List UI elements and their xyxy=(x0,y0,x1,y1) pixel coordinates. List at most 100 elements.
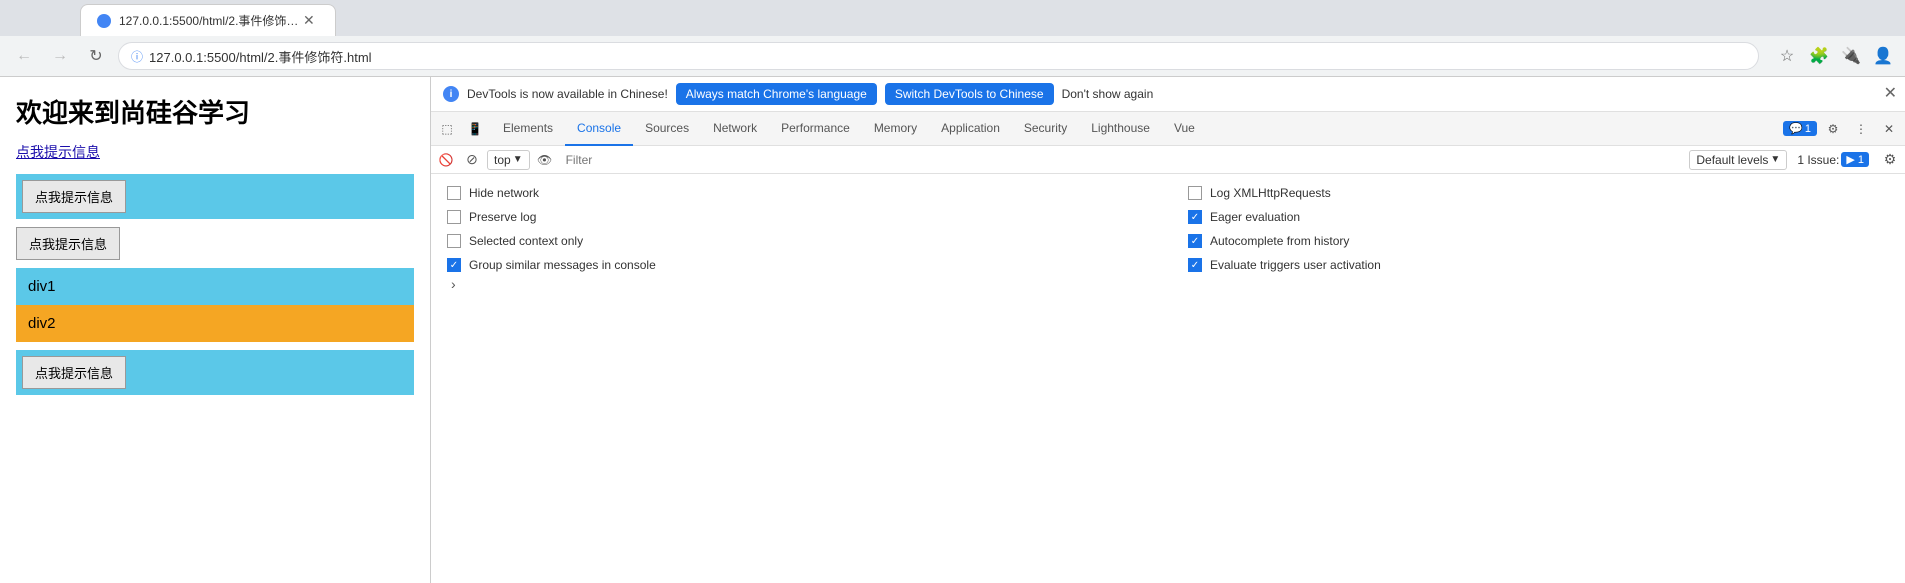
context-dropdown[interactable]: top ▼ xyxy=(487,150,530,170)
address-bar: ← → ↻ ⓘ 127.0.0.1:5500/html/2.事件修饰符.html… xyxy=(0,36,1905,76)
div2-box: div2 xyxy=(16,305,414,342)
url-bar[interactable]: ⓘ 127.0.0.1:5500/html/2.事件修饰符.html xyxy=(118,42,1759,70)
settings-gear-icon[interactable]: ⚙ xyxy=(1821,117,1845,141)
secure-icon: ⓘ xyxy=(131,48,143,65)
console-settings-panel: Hide network Preserve log Selected conte… xyxy=(431,174,1905,583)
hide-network-checkbox[interactable] xyxy=(447,186,461,200)
preserve-log-label: Preserve log xyxy=(469,210,536,224)
bookmark-icon[interactable]: ☆ xyxy=(1775,44,1799,68)
tab-bar: 127.0.0.1:5500/html/2.事件修饰符.html ✕ xyxy=(0,0,1905,36)
browser-chrome: 127.0.0.1:5500/html/2.事件修饰符.html ✕ ← → ↻… xyxy=(0,0,1905,77)
default-levels-label: Default levels xyxy=(1696,153,1768,167)
active-tab[interactable]: 127.0.0.1:5500/html/2.事件修饰符.html ✕ xyxy=(80,4,336,36)
forward-button[interactable]: → xyxy=(46,42,74,70)
tab-lighthouse[interactable]: Lighthouse xyxy=(1079,112,1162,146)
console-badge: 💬 1 xyxy=(1783,121,1817,136)
main-area: 欢迎来到尚硅谷学习 点我提示信息 点我提示信息 点我提示信息 div1 div2… xyxy=(0,77,1905,583)
profile-icon[interactable]: 👤 xyxy=(1871,44,1895,68)
devtools-notification: i DevTools is now available in Chinese! … xyxy=(431,77,1905,112)
more-options-icon[interactable]: ⋮ xyxy=(1849,117,1873,141)
default-levels-dropdown[interactable]: Default levels ▼ xyxy=(1689,150,1787,170)
setting-group-similar: ✓ Group similar messages in console xyxy=(447,258,1148,272)
filter-input[interactable] xyxy=(560,150,1686,170)
clear-console-icon[interactable]: 🚫 xyxy=(435,149,457,171)
setting-hide-network: Hide network xyxy=(447,186,1148,200)
evaluate-triggers-checkbox[interactable]: ✓ xyxy=(1188,258,1202,272)
setting-evaluate-triggers: ✓ Evaluate triggers user activation xyxy=(1188,258,1889,272)
tab-elements[interactable]: Elements xyxy=(491,112,565,146)
evaluate-triggers-label: Evaluate triggers user activation xyxy=(1210,258,1381,272)
btn-container-3: 点我提示信息 xyxy=(16,350,414,395)
div1-box: div1 xyxy=(16,268,414,305)
div-container: div1 div2 xyxy=(16,268,414,342)
btn-container-2: 点我提示信息 xyxy=(16,227,414,260)
setting-selected-context: Selected context only xyxy=(447,234,1148,248)
notif-icon: i xyxy=(443,86,459,102)
log-xml-checkbox[interactable] xyxy=(1188,186,1202,200)
top-label: top xyxy=(494,153,511,167)
extensions-icon[interactable]: 🧩 xyxy=(1807,44,1831,68)
notif-text: DevTools is now available in Chinese! xyxy=(467,87,668,101)
issue-badge: 1 Issue: ▶ 1 xyxy=(1791,152,1875,167)
btn3[interactable]: 点我提示信息 xyxy=(22,356,126,389)
no-icon[interactable]: ⊘ xyxy=(461,149,483,171)
dropdown-arrow: ▼ xyxy=(513,154,523,165)
console-toolbar: 🚫 ⊘ top ▼ 👁 Filter Default levels ▼ 1 Is… xyxy=(431,146,1905,174)
page-link[interactable]: 点我提示信息 xyxy=(16,142,414,162)
page-title: 欢迎来到尚硅谷学习 xyxy=(16,93,414,130)
close-devtools-icon[interactable]: ✕ xyxy=(1877,117,1901,141)
hide-network-label: Hide network xyxy=(469,186,539,200)
console-settings-icon[interactable]: ⚙ xyxy=(1879,149,1901,171)
btn2[interactable]: 点我提示信息 xyxy=(16,227,120,260)
tab-application[interactable]: Application xyxy=(929,112,1012,146)
back-button[interactable]: ← xyxy=(10,42,38,70)
tab-network[interactable]: Network xyxy=(701,112,769,146)
setting-preserve-log: Preserve log xyxy=(447,210,1148,224)
expand-chevron[interactable]: › xyxy=(447,272,1889,296)
notification-close-button[interactable]: ✕ xyxy=(1884,86,1897,102)
devtools-tabs: ⬚ 📱 Elements Console Sources Network Per… xyxy=(431,112,1905,146)
reload-button[interactable]: ↻ xyxy=(82,42,110,70)
devtools-tab-icons: ⬚ 📱 xyxy=(435,117,487,141)
badge-icon: 💬 xyxy=(1789,122,1803,135)
eye-icon[interactable]: 👁 xyxy=(534,149,556,171)
tab-memory[interactable]: Memory xyxy=(862,112,929,146)
tab-security[interactable]: Security xyxy=(1012,112,1079,146)
tab-favicon xyxy=(97,14,111,28)
settings-right: Log XMLHttpRequests ✓ Eager evaluation ✓… xyxy=(1188,186,1889,272)
tab-sources[interactable]: Sources xyxy=(633,112,701,146)
btn-container-1: 点我提示信息 xyxy=(16,174,414,219)
tab-performance[interactable]: Performance xyxy=(769,112,862,146)
match-language-button[interactable]: Always match Chrome's language xyxy=(676,83,877,105)
selected-context-label: Selected context only xyxy=(469,234,583,248)
eager-eval-label: Eager evaluation xyxy=(1210,210,1300,224)
log-xml-label: Log XMLHttpRequests xyxy=(1210,186,1331,200)
eager-eval-checkbox[interactable]: ✓ xyxy=(1188,210,1202,224)
levels-arrow: ▼ xyxy=(1770,154,1780,165)
url-text: 127.0.0.1:5500/html/2.事件修饰符.html xyxy=(149,47,372,66)
setting-eager-eval: ✓ Eager evaluation xyxy=(1188,210,1889,224)
inspect-element-icon[interactable]: ⬚ xyxy=(435,117,459,141)
puzzle-icon[interactable]: 🔌 xyxy=(1839,44,1863,68)
device-toolbar-icon[interactable]: 📱 xyxy=(463,117,487,141)
settings-left: Hide network Preserve log Selected conte… xyxy=(447,186,1148,272)
tab-close-button[interactable]: ✕ xyxy=(299,10,319,31)
browser-icons: ☆ 🧩 🔌 👤 xyxy=(1775,44,1895,68)
switch-to-chinese-button[interactable]: Switch DevTools to Chinese xyxy=(885,83,1054,105)
group-similar-checkbox[interactable]: ✓ xyxy=(447,258,461,272)
devtools-panel: i DevTools is now available in Chinese! … xyxy=(430,77,1905,583)
tab-console[interactable]: Console xyxy=(565,112,633,146)
issue-count: ▶ 1 xyxy=(1841,152,1869,167)
preserve-log-checkbox[interactable] xyxy=(447,210,461,224)
dont-show-again-link[interactable]: Don't show again xyxy=(1062,87,1154,101)
group-similar-label: Group similar messages in console xyxy=(469,258,656,272)
settings-grid: Hide network Preserve log Selected conte… xyxy=(447,186,1889,272)
setting-autocomplete: ✓ Autocomplete from history xyxy=(1188,234,1889,248)
autocomplete-label: Autocomplete from history xyxy=(1210,234,1349,248)
badge-count: 1 xyxy=(1805,123,1811,135)
selected-context-checkbox[interactable] xyxy=(447,234,461,248)
tab-vue[interactable]: Vue xyxy=(1162,112,1207,146)
tab-title: 127.0.0.1:5500/html/2.事件修饰符.html xyxy=(119,12,299,29)
btn1[interactable]: 点我提示信息 xyxy=(22,180,126,213)
autocomplete-checkbox[interactable]: ✓ xyxy=(1188,234,1202,248)
